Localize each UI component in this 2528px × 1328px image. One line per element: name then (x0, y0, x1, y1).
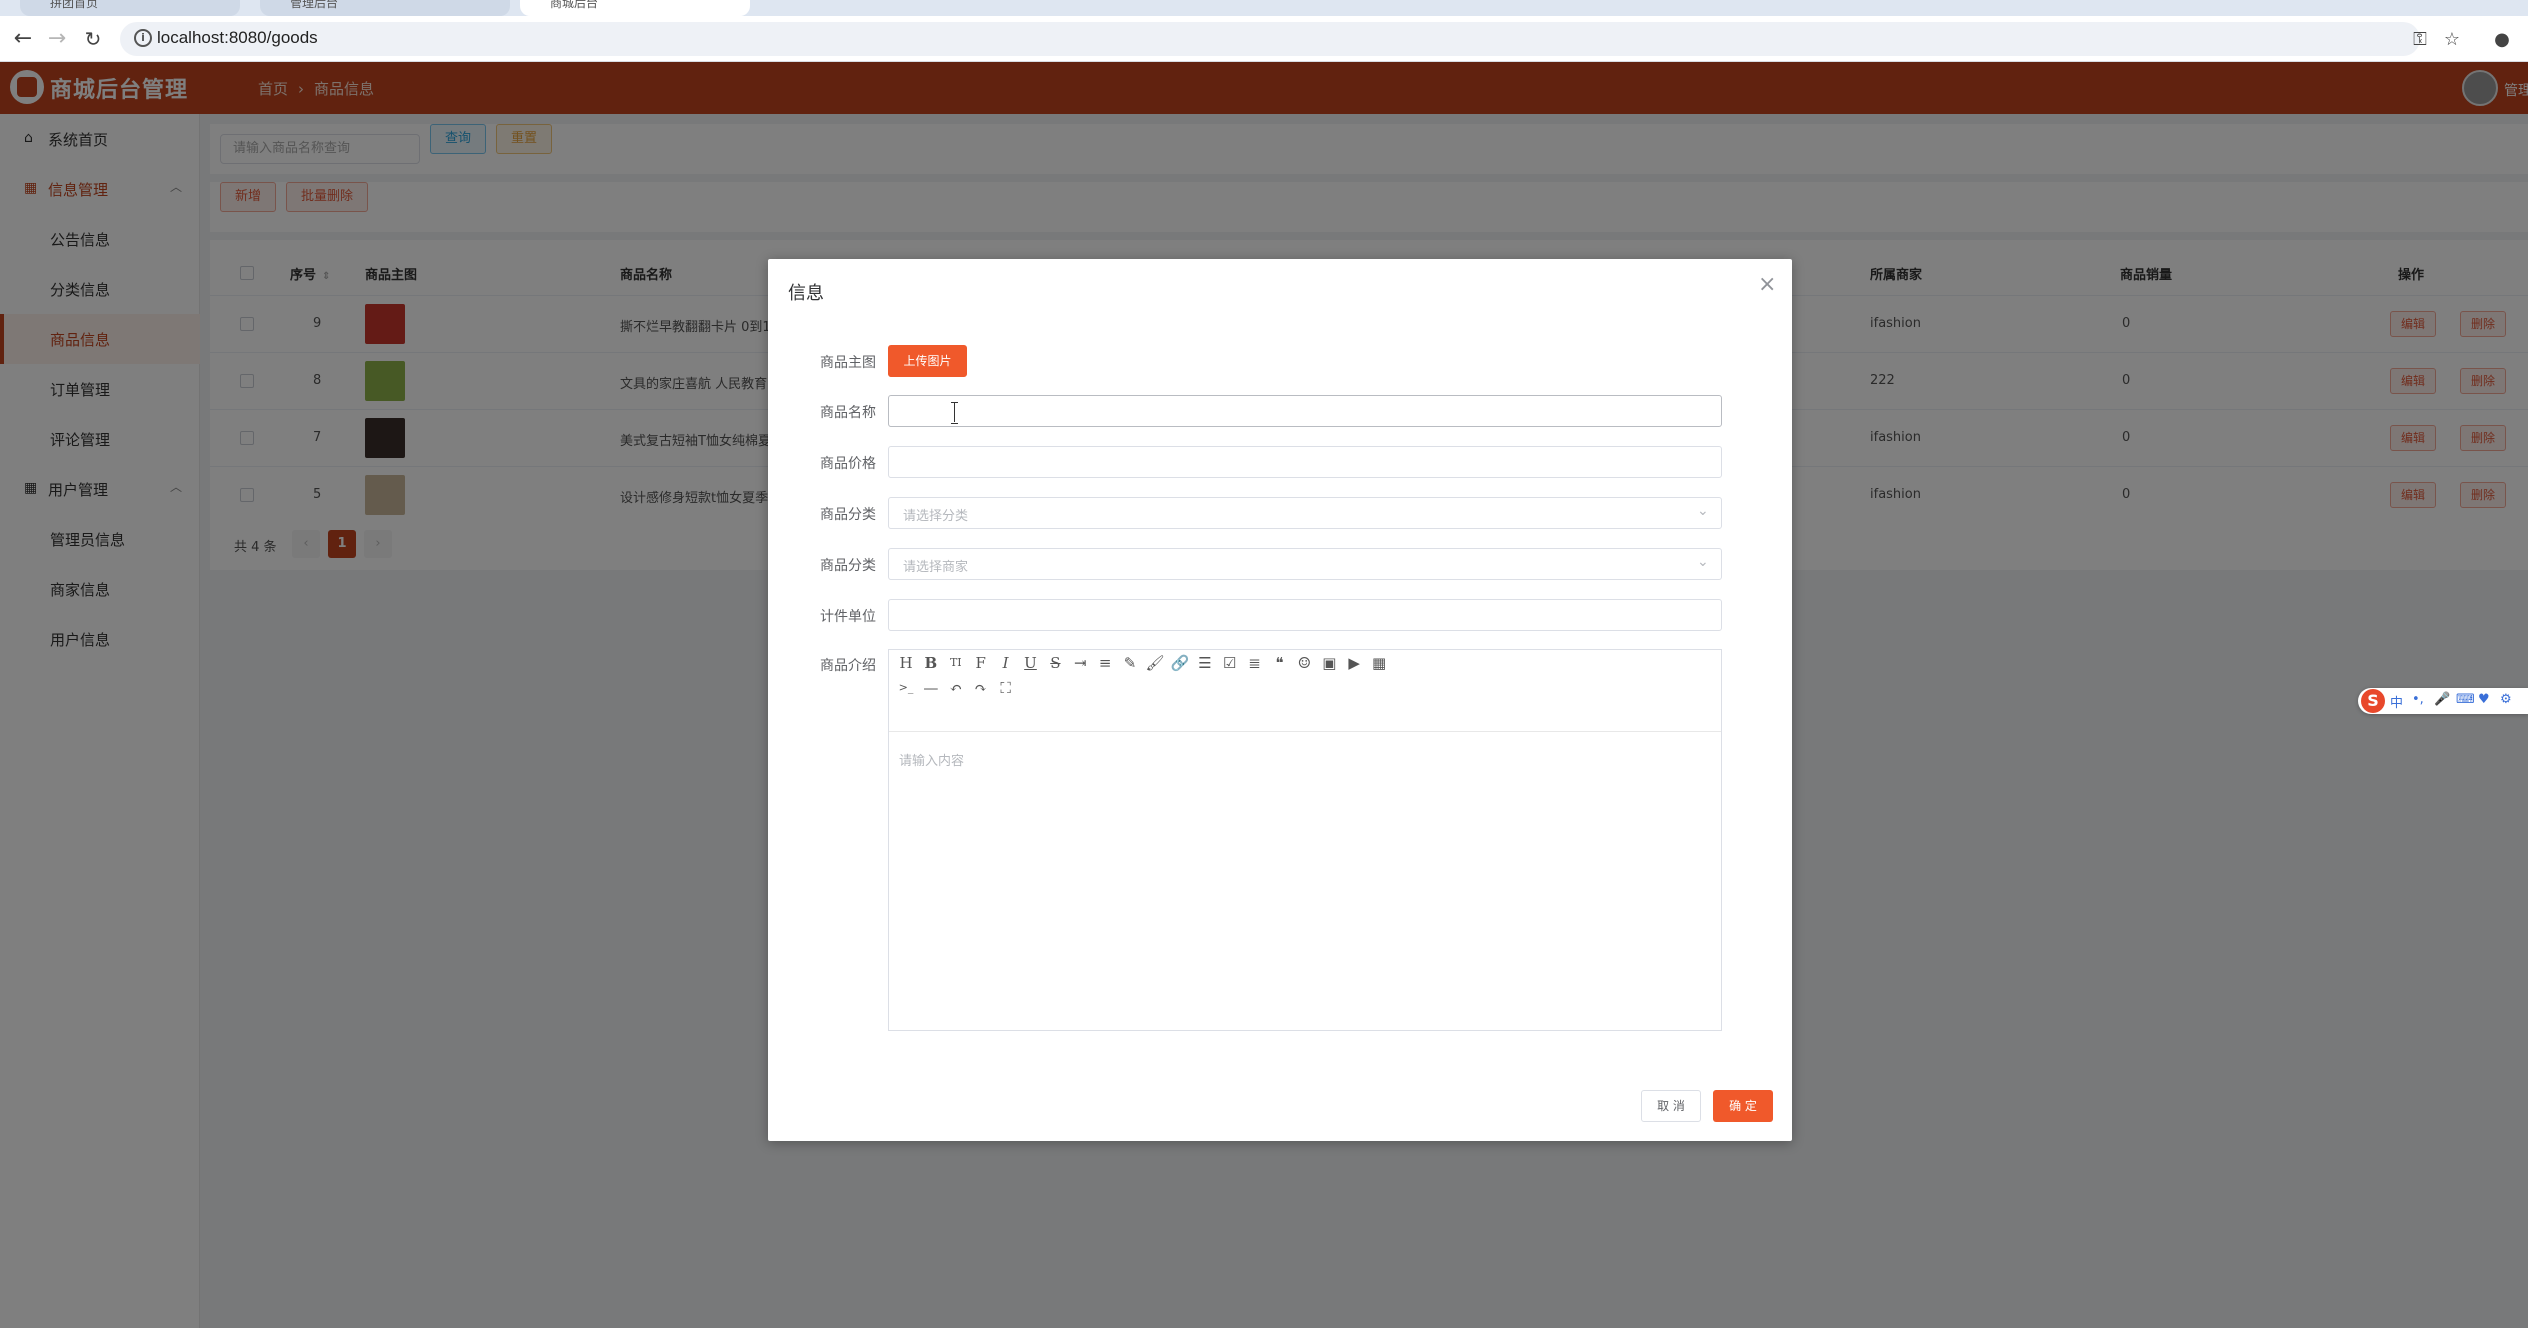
underline-icon[interactable]: U (1020, 652, 1042, 674)
bookmark-star-icon[interactable]: ☆ (2440, 28, 2464, 52)
category-label: 商品分类 (820, 507, 876, 523)
divider-icon[interactable]: — (920, 677, 942, 699)
dialog-title: 信息 (788, 283, 824, 304)
goods-edit-dialog: 信息 × 商品主图 上传图片 商品名称 商品价格 商品分类 请选择分类 ⌄ 商品… (768, 259, 1792, 1141)
chevron-down-icon: ⌄ (1697, 554, 1709, 570)
name-label: 商品名称 (820, 405, 876, 421)
cancel-button[interactable]: 取 消 (1641, 1090, 1701, 1122)
undo-icon[interactable]: ↶ (945, 677, 967, 699)
ime-toolbar: S 中 •, 🎤 ⌨ ♥ ⚙ (2358, 688, 2528, 714)
price-label: 商品价格 (820, 456, 876, 472)
italic-icon[interactable]: I (995, 652, 1017, 674)
keyboard-icon[interactable]: ⌨ (2456, 692, 2475, 707)
profile-icon[interactable]: ● (2490, 28, 2514, 52)
merchant-label: 商品分类 (820, 558, 876, 574)
editor-placeholder: 请输入内容 (899, 754, 965, 769)
unit-input[interactable] (888, 599, 1722, 631)
rich-text-editor[interactable]: H B TI F I U S ⇥ ≡ ✎ 🖌 🔗 ☰ ☑ ≣ ❝ ☺ ▣ ▶ ▦ >_ — ↶ ↷ ⛶ 请输入内容 (888, 649, 1722, 1031)
microphone-icon[interactable]: 🎤 (2434, 692, 2450, 707)
skin-icon[interactable]: ♥ (2478, 692, 2490, 707)
text-cursor-icon (950, 402, 960, 424)
close-icon[interactable]: × (1758, 273, 1776, 297)
code-icon[interactable]: >_ (895, 677, 917, 699)
address-bar[interactable]: i localhost:8080/goods (120, 22, 2420, 56)
forward-icon[interactable]: → (44, 26, 70, 52)
editor-toolbar: H B TI F I U S ⇥ ≡ ✎ 🖌 🔗 ☰ ☑ ≣ ❝ ☺ ▣ ▶ ▦ >_ — ↶ ↷ ⛶ (889, 650, 1721, 732)
upload-image-button[interactable]: 上传图片 (888, 345, 967, 377)
select-placeholder: 请选择分类 (903, 509, 969, 524)
table-icon[interactable]: ▦ (1368, 652, 1390, 674)
category-select[interactable]: 请选择分类 ⌄ (888, 497, 1722, 529)
goods-name-input[interactable] (888, 395, 1722, 427)
video-icon[interactable]: ▶ (1343, 652, 1365, 674)
browser-tab[interactable]: 管理后台 (260, 0, 510, 16)
reload-icon[interactable]: ↻ (80, 26, 106, 52)
description-label: 商品介绍 (820, 658, 876, 674)
ime-punctuation[interactable]: •, (2412, 692, 2424, 707)
url-text: localhost:8080/goods (157, 28, 318, 47)
todo-checkbox-icon[interactable]: ☑ (1219, 652, 1241, 674)
font-family-icon[interactable]: F (970, 652, 992, 674)
fullscreen-icon[interactable]: ⛶ (995, 677, 1017, 699)
tab-title: 商城后台 (550, 0, 599, 10)
confirm-button[interactable]: 确 定 (1713, 1090, 1773, 1122)
line-height-icon[interactable]: ≡ (1094, 652, 1116, 674)
goods-price-input[interactable] (888, 446, 1722, 478)
indent-icon[interactable]: ⇥ (1069, 652, 1091, 674)
tab-title: 管理后台 (290, 0, 339, 10)
password-key-icon[interactable]: ⚿ (2408, 28, 2432, 52)
bullet-list-icon[interactable]: ☰ (1194, 652, 1216, 674)
quote-icon[interactable]: ❝ (1269, 652, 1291, 674)
browser-tab-active[interactable]: 商城后台 (520, 0, 750, 16)
text-color-icon[interactable]: ✎ (1119, 652, 1141, 674)
emoji-icon[interactable]: ☺ (1293, 652, 1315, 674)
tab-title: 拼团首页 (50, 0, 99, 10)
align-icon[interactable]: ≣ (1244, 652, 1266, 674)
toolbox-icon[interactable]: ⚙ (2500, 692, 2512, 707)
browser-toolbar: ← → ↻ i localhost:8080/goods ⚿ ☆ ● (0, 16, 2528, 62)
strikethrough-icon[interactable]: S (1044, 652, 1066, 674)
ime-mode[interactable]: 中 (2390, 692, 2403, 711)
browser-tab[interactable]: 拼团首页 (20, 0, 240, 16)
image-label: 商品主图 (820, 355, 876, 371)
font-size-icon[interactable]: TI (945, 652, 967, 674)
link-icon[interactable]: 🔗 (1169, 652, 1191, 674)
site-info-icon[interactable]: i (134, 29, 152, 47)
unit-label: 计件单位 (820, 609, 876, 625)
background-color-icon[interactable]: 🖌 (1144, 652, 1166, 674)
browser-tab-strip: 拼团首页 管理后台 商城后台 (0, 0, 2528, 16)
heading-icon[interactable]: H (895, 652, 917, 674)
sogou-logo-icon[interactable]: S (2361, 689, 2385, 713)
select-placeholder: 请选择商家 (903, 560, 969, 575)
chevron-down-icon: ⌄ (1697, 503, 1709, 519)
back-icon[interactable]: ← (10, 26, 36, 52)
redo-icon[interactable]: ↷ (970, 677, 992, 699)
image-icon[interactable]: ▣ (1318, 652, 1340, 674)
bold-icon[interactable]: B (920, 652, 942, 674)
merchant-select[interactable]: 请选择商家 ⌄ (888, 548, 1722, 580)
